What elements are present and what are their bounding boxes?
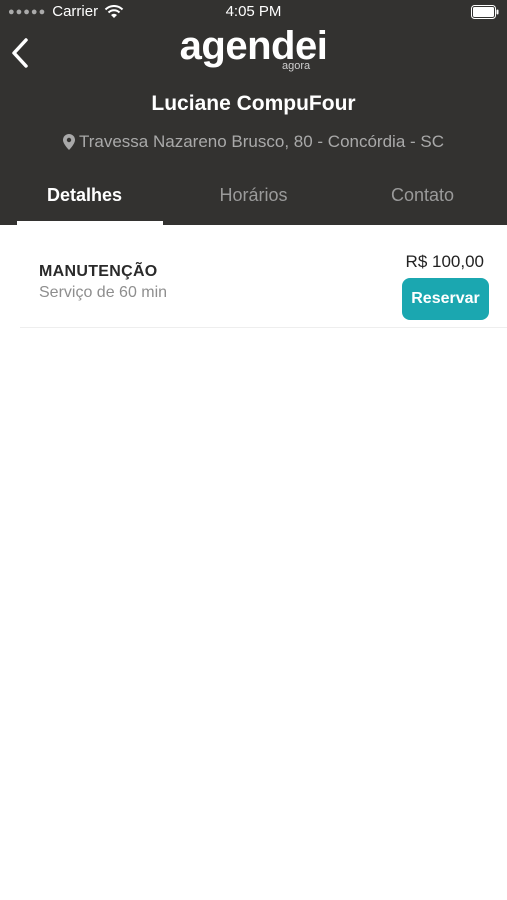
battery-icon (471, 5, 499, 19)
tab-contato[interactable]: Contato (338, 176, 507, 225)
tab-detalhes[interactable]: Detalhes (0, 176, 169, 225)
address-text: Travessa Nazareno Brusco, 80 - Concórdia… (78, 132, 445, 151)
logo-text: agendei (179, 24, 328, 68)
tab-bar: Detalhes Horários Contato (0, 176, 507, 225)
logo-subtext: agora (282, 60, 311, 72)
service-name: MANUTENÇÃO (39, 263, 158, 280)
app-header: ●●●●● Carrier 4:05 PM agendei agora Luci… (0, 0, 507, 225)
app-logo: agendei agora (0, 24, 507, 78)
business-address: Travessa Nazareno Brusco, 80 - Concórdia… (0, 132, 507, 152)
service-list-item: MANUTENÇÃO Serviço de 60 min R$ 100,00 R… (20, 226, 507, 328)
status-time: 4:05 PM (225, 3, 282, 20)
status-bar: ●●●●● Carrier 4:05 PM (0, 0, 507, 24)
active-tab-indicator (17, 221, 163, 225)
location-pin-icon (62, 134, 75, 150)
business-name: Luciane CompuFour (151, 92, 356, 115)
reserve-button[interactable]: Reservar (402, 278, 489, 320)
tab-horarios[interactable]: Horários (169, 176, 338, 225)
service-price: R$ 100,00 (405, 252, 484, 271)
service-duration: Serviço de 60 min (39, 284, 168, 301)
